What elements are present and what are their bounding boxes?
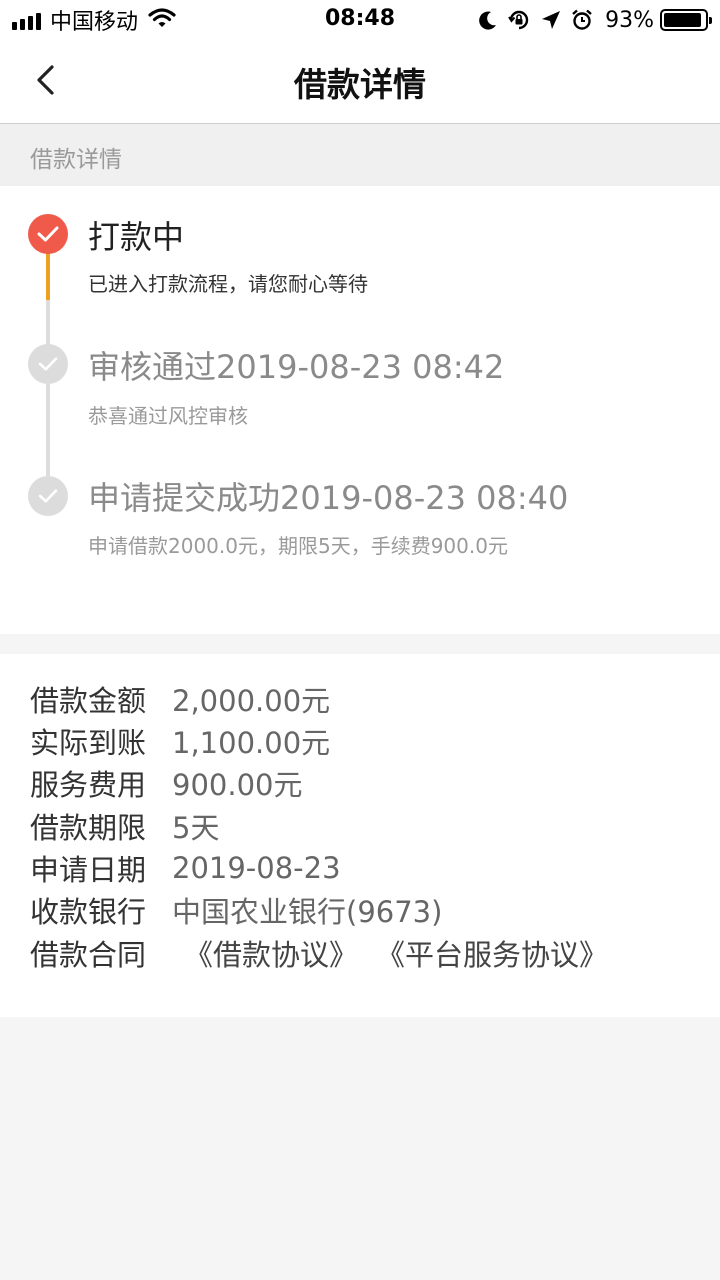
detail-label: 借款期限 [30, 811, 147, 845]
platform-service-agreement-link[interactable]: 《平台服务协议》 [376, 932, 608, 974]
detail-value: 900.00元 [172, 768, 303, 802]
detail-row-bank: 收款银行 中国农业银行(9673) [30, 890, 442, 930]
timeline-step-subtitle: 已进入打款流程，请您耐心等待 [88, 272, 368, 296]
timeline-progress-line [46, 252, 50, 300]
loan-agreement-link[interactable]: 《借款协议》 [184, 932, 358, 974]
battery-percent: 93% [605, 7, 654, 33]
status-bar-right: 93% [469, 6, 712, 34]
detail-row-term: 借款期限 5天 [30, 806, 219, 846]
detail-row-amount: 借款金额 2,000.00元 [30, 679, 330, 719]
detail-label: 申请日期 [30, 853, 147, 887]
battery-icon [660, 9, 712, 31]
detail-row-fee: 服务费用 900.00元 [30, 763, 302, 803]
moon-icon [479, 10, 497, 30]
check-icon [28, 214, 68, 254]
detail-row-received: 实际到账 1,100.00元 [30, 721, 330, 761]
timeline-step-title: 打款中 [88, 218, 185, 256]
detail-label: 借款合同 [30, 938, 147, 972]
detail-value: 5天 [172, 811, 220, 845]
check-icon [28, 476, 68, 516]
timeline-step-subtitle: 申请借款2000.0元，期限5天，手续费900.0元 [88, 534, 508, 558]
timeline-step-subtitle: 恭喜通过风控审核 [88, 404, 248, 428]
page-title: 借款详情 [294, 65, 426, 104]
detail-value: 2,000.00元 [172, 684, 331, 718]
check-icon [28, 344, 68, 384]
timeline-step-title: 审核通过2019-08-23 08:42 [88, 348, 505, 386]
status-timeline: 打款中 已进入打款流程，请您耐心等待 审核通过2019-08-23 08:42 … [0, 186, 720, 634]
detail-row-date: 申请日期 2019-08-23 [30, 848, 341, 888]
detail-label: 借款金额 [30, 684, 147, 718]
detail-value: 中国农业银行(9673) [172, 895, 443, 929]
detail-label: 实际到账 [30, 726, 147, 760]
rotation-lock-icon [507, 8, 531, 32]
detail-row-contract: 借款合同 《借款协议》 《平台服务协议》 [30, 933, 608, 973]
timeline-line [46, 384, 50, 476]
detail-label: 收款银行 [30, 895, 147, 929]
nav-bar: 借款详情 [0, 40, 720, 124]
status-bar: 中国移动 08:48 93% [0, 0, 720, 40]
alarm-icon [571, 9, 593, 31]
detail-value: 1,100.00元 [172, 726, 331, 760]
section-header: 借款详情 [0, 124, 720, 186]
detail-value: 2019-08-23 [172, 851, 341, 885]
timeline-step-title: 申请提交成功2019-08-23 08:40 [88, 479, 569, 517]
location-arrow-icon [541, 10, 561, 30]
section-header-label: 借款详情 [30, 147, 122, 173]
detail-label: 服务费用 [30, 768, 147, 802]
loan-detail-card: 借款金额 2,000.00元 实际到账 1,100.00元 服务费用 900.0… [0, 654, 720, 1017]
